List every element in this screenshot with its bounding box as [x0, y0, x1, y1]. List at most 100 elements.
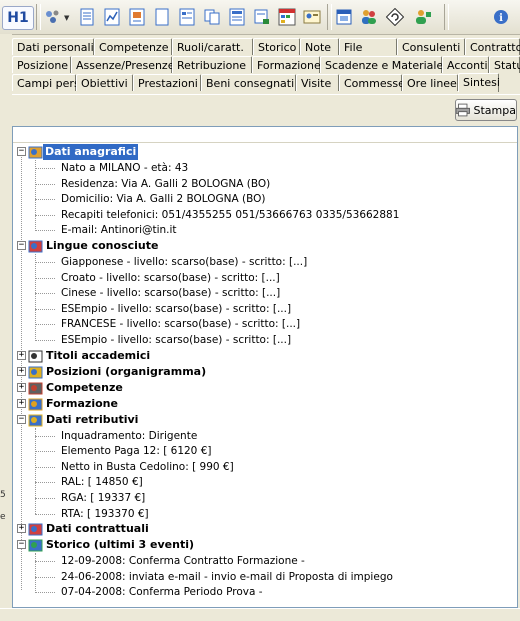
- expand-toggle-icon[interactable]: +: [17, 382, 26, 392]
- tree-section-label[interactable]: Titoli accademici: [46, 348, 150, 364]
- tree-connector-line: [35, 561, 55, 563]
- users-icon[interactable]: [358, 6, 380, 28]
- tree-item[interactable]: RTA: [ 193370 €]: [61, 506, 149, 522]
- tree-connector-line: [35, 553, 36, 593]
- form-icon[interactable]: [176, 6, 198, 28]
- expand-toggle-icon[interactable]: +: [17, 366, 26, 376]
- tab-file[interactable]: File: [339, 38, 397, 55]
- tab-acconti[interactable]: Acconti: [442, 56, 489, 73]
- tree-item[interactable]: 24-06-2008: inviata e-mail - invio e-mai…: [61, 569, 393, 585]
- tree-section-label[interactable]: Competenze: [46, 380, 123, 396]
- tree-section-label[interactable]: Storico (ultimi 3 eventi): [46, 537, 194, 553]
- document-icon[interactable]: [76, 6, 98, 28]
- page-icon[interactable]: [151, 6, 173, 28]
- svg-text:i: i: [499, 13, 503, 24]
- tree-section-label[interactable]: Dati contrattuali: [46, 521, 149, 537]
- refresh-icon[interactable]: [384, 6, 406, 28]
- tree-connector-line: [35, 160, 36, 231]
- tree-item[interactable]: Inquadramento: Dirigente: [61, 428, 197, 444]
- tree-item[interactable]: Recapiti telefonici: 051/4355255 051/536…: [61, 207, 399, 223]
- tab-contratto[interactable]: Contratto: [465, 38, 520, 55]
- tab-sintesi[interactable]: Sintesi: [458, 73, 500, 92]
- expand-toggle-icon[interactable]: +: [17, 398, 26, 408]
- tab-retribuzione[interactable]: Retribuzione: [172, 56, 252, 73]
- chart-icon[interactable]: [101, 6, 123, 28]
- tree-connector-line: [35, 427, 36, 515]
- tree-item[interactable]: RAL: [ 14850 €]: [61, 474, 143, 490]
- tree-item[interactable]: ESEmpio - livello: scarso(base) - scritt…: [61, 301, 291, 317]
- tree-item[interactable]: Nato a MILANO - età: 43: [61, 160, 188, 176]
- tab-scadenze-materiale[interactable]: Scadenze e Materiale: [320, 56, 443, 73]
- tree-item[interactable]: Netto in Busta Cedolino: [ 990 €]: [61, 459, 234, 475]
- left-edge-mark: 5: [0, 490, 6, 500]
- list-icon[interactable]: [226, 6, 248, 28]
- expand-toggle-icon[interactable]: +: [17, 350, 26, 360]
- tree-item[interactable]: 12-09-2008: Conferma Contratto Formazion…: [61, 553, 305, 569]
- collapse-toggle-icon[interactable]: −: [17, 147, 26, 156]
- tree-connector-line: [35, 513, 55, 515]
- tree-copy-icon[interactable]: [201, 6, 223, 28]
- expand-toggle-icon[interactable]: +: [17, 524, 26, 534]
- tab-posizione[interactable]: Posizione: [12, 56, 71, 73]
- tree-item[interactable]: Cinese - livello: scarso(base) - scritto…: [61, 285, 280, 301]
- user-add-icon[interactable]: [412, 6, 434, 28]
- tab-beni-consegnati[interactable]: Beni consegnati: [201, 74, 296, 91]
- tree-section-label[interactable]: Dati retributivi: [46, 412, 138, 428]
- tab-ore-linee[interactable]: Ore linee: [402, 74, 458, 91]
- tab-competenze[interactable]: Competenze: [94, 38, 172, 55]
- contract-icon: [28, 523, 43, 536]
- status-bar: [0, 608, 520, 621]
- summary-tree[interactable]: − Dati anagrafici Nato a MILANO - età: 43 R…: [12, 126, 518, 608]
- tree-connector-line: [35, 254, 36, 341]
- tree-item[interactable]: RGA: [ 19337 €]: [61, 490, 145, 506]
- tab-assenze-presenze[interactable]: Assenze/Presenze: [71, 56, 174, 73]
- tree-item[interactable]: Croato - livello: scarso(base) - scritto…: [61, 270, 280, 286]
- tree-item[interactable]: FRANCESE - livello: scarso(base) - scrit…: [61, 316, 300, 332]
- tree-section-label[interactable]: Formazione: [46, 396, 118, 412]
- tree-section-label[interactable]: Dati anagrafici: [43, 144, 139, 160]
- tree-connector-line: [35, 482, 55, 484]
- left-edge-mark: e: [0, 512, 6, 522]
- tab-campi-pers[interactable]: Campi pers.: [12, 74, 83, 91]
- tree-item[interactable]: Giapponese - livello: scarso(base) - scr…: [61, 254, 307, 270]
- collapse-toggle-icon[interactable]: −: [17, 540, 26, 550]
- tab-visite[interactable]: Visite: [296, 74, 339, 91]
- tab-consulenti[interactable]: Consulenti: [397, 38, 465, 55]
- tree-connector-line: [35, 340, 55, 341]
- tree-section-label[interactable]: Lingue conosciute: [46, 238, 158, 254]
- print-preview-icon[interactable]: [251, 6, 273, 28]
- tree-item[interactable]: Domicilio: Via A. Galli 2 BOLOGNA (BO): [61, 191, 265, 207]
- training-icon: [28, 398, 43, 411]
- print-button[interactable]: Stampa: [455, 99, 517, 121]
- tab-formazione[interactable]: Formazione: [252, 56, 321, 73]
- tab-commesse[interactable]: Commesse: [339, 74, 405, 91]
- tree-item[interactable]: E-mail: Antinori@tin.it: [61, 222, 177, 238]
- tree-item[interactable]: ESEmpio - livello: scarso(base) - scritt…: [61, 332, 291, 348]
- tree-item[interactable]: Residenza: Via A. Galli 2 BOLOGNA (BO): [61, 176, 270, 192]
- collapse-toggle-icon[interactable]: −: [17, 414, 26, 424]
- window-icon[interactable]: [333, 6, 355, 28]
- tree-connector-line: [35, 592, 55, 594]
- tab-note[interactable]: Note: [300, 38, 339, 55]
- tab-obiettivi[interactable]: Obiettivi: [76, 74, 133, 91]
- tree-item[interactable]: 07-04-2008: Conferma Periodo Prova -: [61, 584, 263, 600]
- tree-header: [13, 127, 517, 143]
- tab-storico[interactable]: Storico: [253, 38, 300, 55]
- collapse-toggle-icon[interactable]: −: [17, 241, 26, 250]
- calendar-grid-icon[interactable]: [276, 6, 298, 28]
- info-icon[interactable]: i: [490, 6, 512, 28]
- action-bar: Stampa: [12, 94, 520, 125]
- tree-section-label[interactable]: Posizioni (organigramma): [46, 364, 206, 380]
- report-icon[interactable]: [126, 6, 148, 28]
- tab-ruoli[interactable]: Ruoli/caratt.: [172, 38, 253, 55]
- tab-status[interactable]: Status: [489, 56, 520, 73]
- tools-dropdown-icon[interactable]: [42, 6, 64, 28]
- tree-item[interactable]: Elemento Paga 12: [ 6120 €]: [61, 443, 211, 459]
- chevron-down-icon[interactable]: ▼: [64, 14, 69, 22]
- tab-dati-personali[interactable]: Dati personali: [12, 38, 94, 55]
- toolbar-separator: [327, 4, 332, 30]
- printer-icon: [456, 103, 470, 117]
- tab-row-2: Posizione Assenze/Presenze Retribuzione …: [12, 56, 520, 74]
- user-card-icon[interactable]: [301, 6, 323, 28]
- tab-prestazioni[interactable]: Prestazioni: [133, 74, 201, 91]
